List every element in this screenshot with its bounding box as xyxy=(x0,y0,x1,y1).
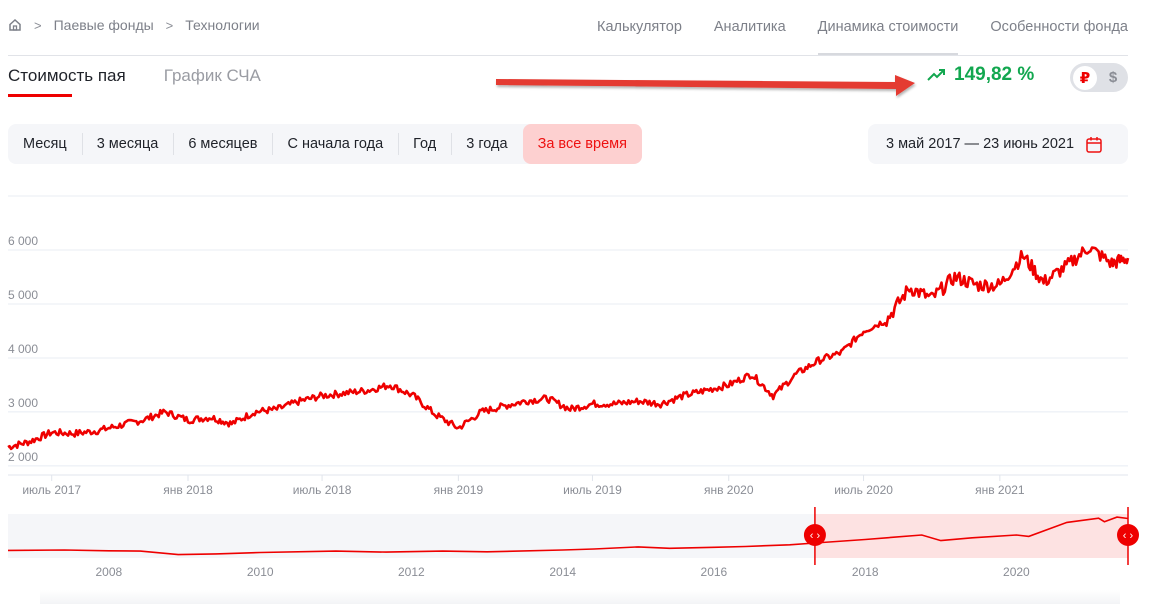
currency-usd-option[interactable]: $ xyxy=(1101,66,1125,90)
date-range-label: 3 май 2017 — 23 июнь 2021 xyxy=(886,136,1075,152)
date-range-picker[interactable]: 3 май 2017 — 23 июнь 2021 xyxy=(868,124,1128,164)
x-tick-label: июль 2018 xyxy=(293,483,352,497)
breadcrumb: > Паевые фонды > Технологии xyxy=(8,17,260,33)
nav-fund-features[interactable]: Особенности фонда xyxy=(974,0,1128,55)
breadcrumb-item-tech[interactable]: Технологии xyxy=(185,17,259,33)
price-chart[interactable]: 2 000 3 000 4 000 5 000 6 000 июль 2017 янв 2… xyxy=(0,185,1160,505)
change-value: 149,82 % xyxy=(954,64,1035,85)
nav-calculator[interactable]: Калькулятор xyxy=(581,0,698,55)
navigator-x-label: 2008 xyxy=(95,565,122,579)
breadcrumb-separator: > xyxy=(165,17,174,33)
navigator-x-label: 2014 xyxy=(549,565,576,579)
trending-up-icon xyxy=(927,69,945,81)
nav-analytics[interactable]: Аналитика xyxy=(698,0,802,55)
x-tick-label: июль 2017 xyxy=(22,483,81,497)
y-tick-label: 3 000 xyxy=(8,396,38,410)
navigator-x-label: 2016 xyxy=(701,565,728,579)
x-tick-label: июль 2020 xyxy=(834,483,893,497)
x-tick-label: янв 2018 xyxy=(163,483,213,497)
y-tick-label: 4 000 xyxy=(8,342,38,356)
period-month-button[interactable]: Месяц xyxy=(8,124,82,164)
y-tick-label: 6 000 xyxy=(8,234,38,248)
x-tick-label: янв 2020 xyxy=(704,483,754,497)
bottom-shadow xyxy=(40,590,1120,604)
chart-type-tabs: Стоимость пая График СЧА xyxy=(8,66,299,98)
period-all-time-button[interactable]: За все время xyxy=(522,124,642,164)
currency-toggle[interactable]: ₽ $ xyxy=(1070,63,1128,92)
period-year-button[interactable]: Год xyxy=(398,124,451,164)
y-tick-label: 2 000 xyxy=(8,450,38,464)
top-nav: Калькулятор Аналитика Динамика стоимости… xyxy=(581,0,1128,55)
period-3-months-button[interactable]: 3 месяца xyxy=(81,124,174,164)
period-selector: Месяц 3 месяца 6 месяцев С начала года Г… xyxy=(8,124,642,164)
tab-unit-price[interactable]: Стоимость пая xyxy=(8,66,126,98)
period-3-years-button[interactable]: 3 года xyxy=(451,124,522,164)
calendar-icon[interactable] xyxy=(1086,136,1102,153)
drag-arrows-icon: ‹ › xyxy=(1123,530,1134,542)
currency-rub-option[interactable]: ₽ xyxy=(1073,65,1097,90)
x-tick-label: янв 2021 xyxy=(975,483,1025,497)
tab-nav-chart[interactable]: График СЧА xyxy=(164,66,261,98)
navigator-x-label: 2010 xyxy=(247,565,274,579)
navigator-x-label: 2020 xyxy=(1003,565,1030,579)
y-tick-label: 5 000 xyxy=(8,288,38,302)
home-icon[interactable] xyxy=(8,18,22,32)
header-divider xyxy=(8,55,1128,56)
x-tick-label: янв 2019 xyxy=(434,483,484,497)
period-ytd-button[interactable]: С начала года xyxy=(272,124,398,164)
period-6-months-button[interactable]: 6 месяцев xyxy=(173,124,272,164)
annotation-arrow-icon xyxy=(496,75,915,96)
x-tick-label: июль 2019 xyxy=(563,483,622,497)
breadcrumb-separator: > xyxy=(34,17,42,33)
drag-arrows-icon: ‹ › xyxy=(810,530,821,542)
navigator-x-label: 2012 xyxy=(398,565,425,579)
price-change: 149,82 % xyxy=(926,64,1034,86)
price-line xyxy=(7,246,1130,451)
nav-price-dynamics[interactable]: Динамика стоимости xyxy=(802,0,975,55)
breadcrumb-item-funds[interactable]: Паевые фонды xyxy=(54,17,154,33)
navigator-x-label: 2018 xyxy=(852,565,879,579)
